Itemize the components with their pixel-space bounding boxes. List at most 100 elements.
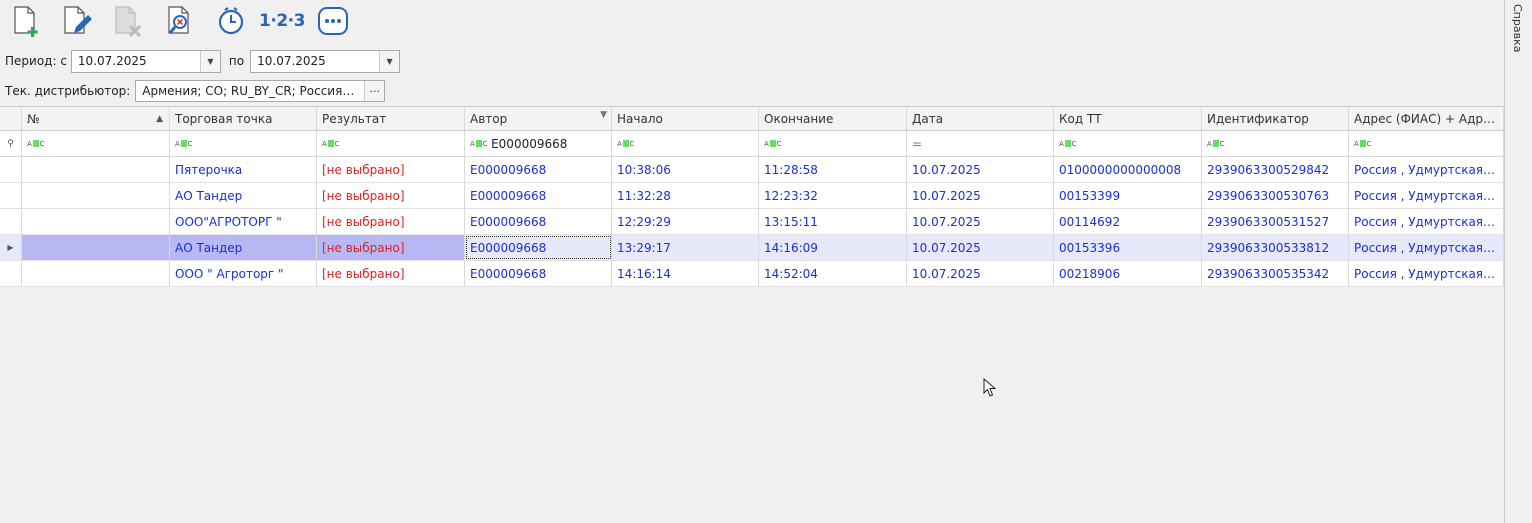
find-document-button[interactable] — [161, 3, 199, 39]
cell-address[interactable]: Россия , Удмуртская… — [1349, 157, 1504, 182]
filter-cell-address[interactable]: AC — [1349, 131, 1504, 156]
column-header-outlet[interactable]: Торговая точка — [170, 107, 317, 130]
cell-code[interactable]: 00153396 — [1054, 235, 1202, 260]
cell-end[interactable]: 13:15:11 — [759, 209, 907, 234]
current-row-indicator-icon[interactable]: ▶ — [0, 235, 22, 260]
cell-address[interactable]: Россия , Удмуртская… — [1349, 209, 1504, 234]
add-document-button[interactable] — [8, 3, 46, 39]
cell-start[interactable]: 11:32:28 — [612, 183, 759, 208]
cell-end[interactable]: 11:28:58 — [759, 157, 907, 182]
filter-cell-date[interactable]: = — [907, 131, 1054, 156]
cell-result[interactable]: [не выбрано] — [317, 235, 465, 260]
filter-cell-identifier[interactable]: AC — [1202, 131, 1349, 156]
cell-outlet[interactable]: Пятерочка — [170, 157, 317, 182]
row-indicator[interactable] — [0, 157, 22, 182]
cell-identifier[interactable]: 2939063300529842 — [1202, 157, 1349, 182]
cell-number[interactable] — [22, 235, 170, 260]
filter-cell-code[interactable]: AC — [1054, 131, 1202, 156]
cell-author[interactable]: E000009668 — [465, 209, 612, 234]
column-header-start[interactable]: Начало — [612, 107, 759, 130]
table-row[interactable]: ООО " Агроторг " [не выбрано] E000009668… — [0, 261, 1504, 287]
numbering-button[interactable]: 1·2·3 — [259, 3, 305, 39]
more-button[interactable] — [314, 3, 352, 39]
column-header-result[interactable]: Результат — [317, 107, 465, 130]
ellipsis-icon[interactable]: ··· — [364, 81, 385, 101]
chevron-down-icon[interactable]: ▼ — [379, 50, 400, 72]
distributor-label: Тек. дистрибьютор: — [5, 84, 131, 98]
table-row[interactable]: Пятерочка [не выбрано] E000009668 10:38:… — [0, 157, 1504, 183]
cell-author-focused[interactable]: E000009668 — [465, 235, 612, 260]
cell-number[interactable] — [22, 261, 170, 286]
cell-start[interactable]: 13:29:17 — [612, 235, 759, 260]
cell-identifier[interactable]: 2939063300533812 — [1202, 235, 1349, 260]
cell-date[interactable]: 10.07.2025 — [907, 261, 1054, 286]
cell-number[interactable] — [22, 157, 170, 182]
column-header-code[interactable]: Код ТТ — [1054, 107, 1202, 130]
period-to-combo[interactable]: 10.07.2025 ▼ — [250, 49, 401, 73]
cell-address[interactable]: Россия , Удмуртская… — [1349, 183, 1504, 208]
edit-document-button[interactable] — [59, 3, 97, 39]
cell-outlet[interactable]: АО Тандер — [170, 235, 317, 260]
cell-date[interactable]: 10.07.2025 — [907, 183, 1054, 208]
cell-identifier[interactable]: 2939063300531527 — [1202, 209, 1349, 234]
row-indicator[interactable] — [0, 183, 22, 208]
column-header-identifier[interactable]: Идентификатор — [1202, 107, 1349, 130]
cell-result[interactable]: [не выбрано] — [317, 261, 465, 286]
cell-number[interactable] — [22, 209, 170, 234]
cell-address[interactable]: Россия , Удмуртская… — [1349, 235, 1504, 260]
cell-date[interactable]: 10.07.2025 — [907, 235, 1054, 260]
column-header-author[interactable]: Автор ▼ — [465, 107, 612, 130]
cell-date[interactable]: 10.07.2025 — [907, 209, 1054, 234]
author-filter-value: E000009668 — [491, 136, 568, 151]
cell-start[interactable]: 10:38:06 — [612, 157, 759, 182]
cell-start[interactable]: 14:16:14 — [612, 261, 759, 286]
table-row-selected[interactable]: ▶ АО Тандер [не выбрано] E000009668 13:2… — [0, 235, 1504, 261]
cell-identifier[interactable]: 2939063300530763 — [1202, 183, 1349, 208]
cell-result[interactable]: [не выбрано] — [317, 209, 465, 234]
cell-code[interactable]: 00153399 — [1054, 183, 1202, 208]
cell-start[interactable]: 12:29:29 — [612, 209, 759, 234]
cell-end[interactable]: 12:23:32 — [759, 183, 907, 208]
cell-author[interactable]: E000009668 — [465, 183, 612, 208]
cell-date[interactable]: 10.07.2025 — [907, 157, 1054, 182]
delete-document-button[interactable] — [110, 3, 148, 39]
document-search-icon — [168, 6, 189, 34]
filter-cell-number[interactable]: AC — [22, 131, 170, 156]
cell-result[interactable]: [не выбрано] — [317, 183, 465, 208]
period-from-combo[interactable]: 10.07.2025 ▼ — [70, 49, 221, 73]
column-header-end[interactable]: Окончание — [759, 107, 907, 130]
cell-code[interactable]: 0100000000000008 — [1054, 157, 1202, 182]
period-from-value: 10.07.2025 — [77, 53, 147, 68]
help-side-panel[interactable]: Справка — [1504, 0, 1532, 523]
filter-cell-author[interactable]: A C E000009668 — [465, 131, 612, 156]
column-header-address[interactable]: Адрес (ФИАС) + Адр… — [1349, 107, 1504, 130]
filter-cell-outlet[interactable]: AC — [170, 131, 317, 156]
cell-number[interactable] — [22, 183, 170, 208]
cell-outlet[interactable]: ООО " Агроторг " — [170, 261, 317, 286]
cell-author[interactable]: E000009668 — [465, 261, 612, 286]
filter-cell-end[interactable]: AC — [759, 131, 907, 156]
row-indicator[interactable] — [0, 209, 22, 234]
chevron-down-icon[interactable]: ▼ — [199, 50, 220, 72]
history-button[interactable] — [212, 3, 250, 39]
cell-end[interactable]: 14:16:09 — [759, 235, 907, 260]
cell-outlet[interactable]: АО Тандер — [170, 183, 317, 208]
table-row[interactable]: АО Тандер [не выбрано] E000009668 11:32:… — [0, 183, 1504, 209]
row-indicator-header — [0, 107, 22, 130]
row-indicator[interactable] — [0, 261, 22, 286]
cell-code[interactable]: 00218906 — [1054, 261, 1202, 286]
filter-cell-result[interactable]: AC — [317, 131, 465, 156]
distributor-field[interactable]: Армения; СО; RU_BY_CR; Россия… ··· — [135, 80, 386, 102]
cell-code[interactable]: 00114692 — [1054, 209, 1202, 234]
filter-cell-start[interactable]: AC — [612, 131, 759, 156]
cell-result[interactable]: [не выбрано] — [317, 157, 465, 182]
cell-address[interactable]: Россия , Удмуртская… — [1349, 261, 1504, 286]
column-header-date[interactable]: Дата — [907, 107, 1054, 130]
table-row[interactable]: ООО"АГРОТОРГ " [не выбрано] E000009668 1… — [0, 209, 1504, 235]
filter-funnel-icon[interactable]: ▼ — [600, 110, 607, 120]
cell-identifier[interactable]: 2939063300535342 — [1202, 261, 1349, 286]
cell-outlet[interactable]: ООО"АГРОТОРГ " — [170, 209, 317, 234]
cell-end[interactable]: 14:52:04 — [759, 261, 907, 286]
cell-author[interactable]: E000009668 — [465, 157, 612, 182]
column-header-number[interactable]: № ▲ — [22, 107, 170, 130]
